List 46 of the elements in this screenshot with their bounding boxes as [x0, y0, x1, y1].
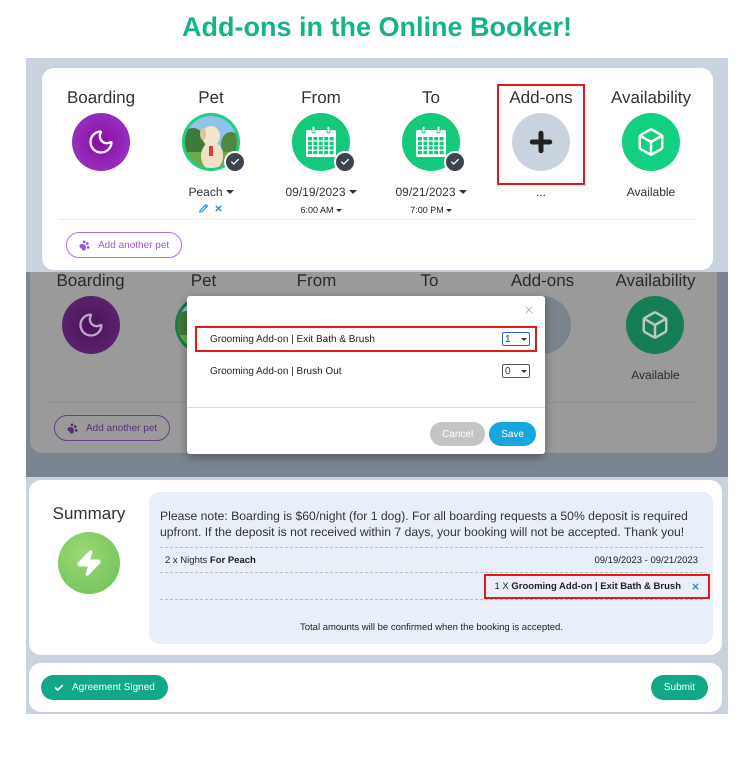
step-dropdown[interactable]: 09/21/2023	[395, 185, 467, 199]
paw-icon	[67, 422, 78, 434]
step-label: Boarding	[66, 87, 136, 109]
time-dropdown[interactable]: 6:00 AM	[300, 205, 342, 215]
addon-name: Grooming Add-on | Exit Bath & Brush	[210, 334, 375, 344]
booking-note: Please note: Boarding is $60/night (for 1 dog). For all boarding requests a 50% deposit is required upfront. If the deposit is not received within 7 days, your booking will not be accepted. Thank you!	[160, 508, 689, 540]
step-label: Add-ons	[510, 272, 574, 292]
step-label: To	[422, 87, 440, 109]
addon-line: 1 X Grooming Add-on | Exit Bath & Brush	[494, 580, 681, 592]
step-dropdown[interactable]: 09/19/2023	[285, 185, 357, 199]
step-label: Availability	[615, 272, 696, 292]
edit-icon[interactable]	[199, 204, 208, 213]
remove-icon[interactable]	[691, 582, 700, 590]
check-icon	[54, 682, 64, 692]
calendar-icon	[304, 126, 338, 158]
moon-icon	[87, 128, 115, 156]
step-label: To	[420, 272, 438, 292]
total-note: Total amounts will be confirmed when the booking is accepted.	[299, 622, 564, 633]
cube-icon	[640, 310, 670, 340]
paw-icon	[79, 240, 90, 250]
remove-icon[interactable]	[214, 204, 223, 213]
cube-icon	[636, 127, 666, 157]
moon-icon	[76, 311, 104, 339]
stay-line: 2 x Nights For Peach	[165, 554, 256, 566]
step-label: From	[296, 272, 336, 292]
step-value: ...	[536, 185, 546, 199]
step-label: Boarding	[56, 272, 125, 292]
step-dropdown[interactable]: Peach	[188, 185, 234, 199]
lightning-icon	[75, 549, 103, 577]
stay-dates: 09/19/2023 - 09/21/2023	[594, 554, 698, 566]
summary-title: Summary	[52, 504, 126, 524]
time-dropdown[interactable]: 7:00 PM	[410, 205, 452, 215]
step-label: From	[301, 87, 341, 109]
page-heading: Add-ons in the Online Booker!	[182, 11, 572, 44]
step-label: Pet	[198, 87, 224, 109]
quantity-select[interactable]: 0	[502, 364, 530, 378]
step-value: Available	[631, 368, 680, 382]
quantity-select[interactable]: 1	[502, 332, 530, 346]
add-pet-button[interactable]: Add another pet	[66, 232, 182, 258]
step-value: Available	[626, 185, 676, 199]
step-label: Add-ons	[509, 87, 573, 109]
step-label: Pet	[190, 272, 216, 292]
step-label: Availability	[610, 87, 691, 109]
add-pet-button[interactable]: Add another pet	[54, 415, 170, 441]
calendar-icon	[414, 126, 448, 158]
addon-name: Grooming Add-on | Brush Out	[210, 366, 342, 376]
